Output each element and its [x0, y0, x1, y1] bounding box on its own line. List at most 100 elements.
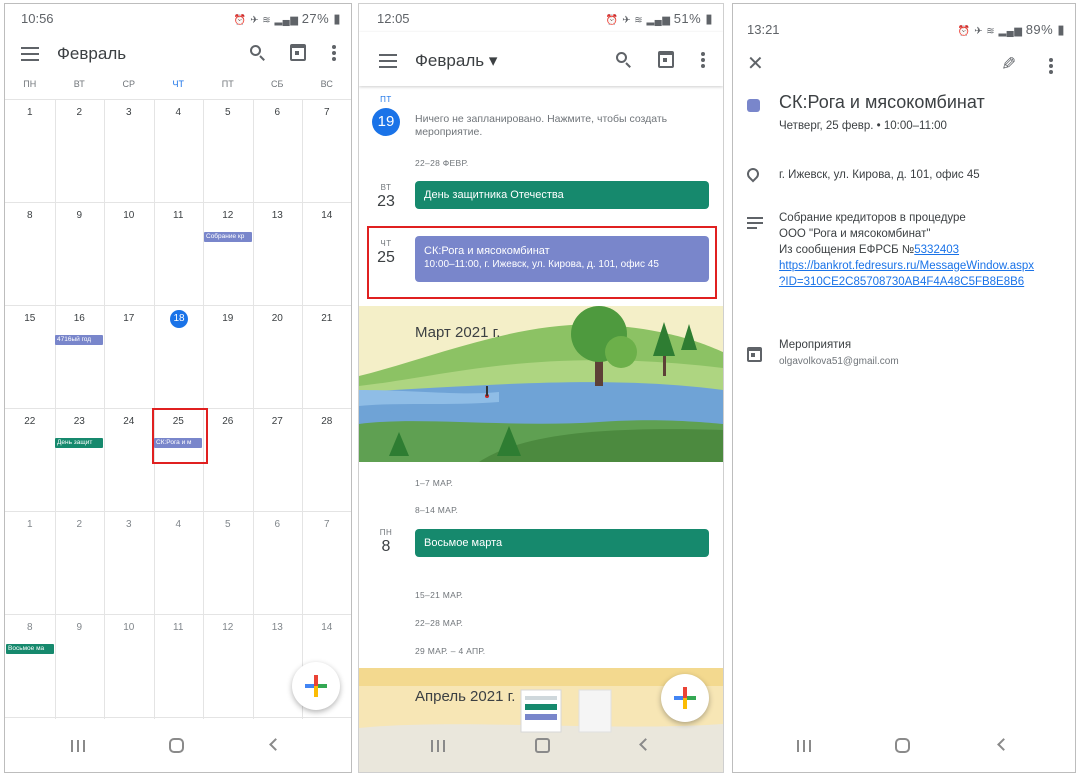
day-cell-number[interactable]: 8	[5, 210, 55, 221]
day-cell-number[interactable]: 15	[5, 313, 55, 324]
edit-pencil-icon[interactable]: ✎	[1001, 54, 1016, 74]
fedresurs-url-link-cont[interactable]: ?ID=310CE2C85708730AB4F4A48C5FB8E8B6	[779, 274, 1071, 290]
month-title[interactable]: Февраль	[57, 44, 126, 64]
day-cell-number[interactable]: 2	[55, 519, 105, 530]
system-nav-bar	[733, 720, 1075, 772]
close-icon[interactable]: ✕	[747, 54, 764, 74]
weekday-thu: ЧТ	[172, 79, 185, 89]
day-cell-number[interactable]: 5	[203, 107, 253, 118]
today-calendar-icon[interactable]	[658, 51, 674, 68]
day-cell-number[interactable]: 2	[55, 107, 105, 118]
day-cell-number[interactable]: 27	[253, 416, 303, 427]
weekday-tue: ВТ	[73, 79, 85, 89]
event-defender-day[interactable]: День защитника Отечества	[415, 181, 709, 209]
back-icon[interactable]	[639, 738, 652, 751]
event-womens-day[interactable]: Восьмое марта	[415, 529, 709, 557]
day-cell-number[interactable]: 13	[253, 622, 303, 633]
back-icon[interactable]	[269, 738, 282, 751]
day-cell-number[interactable]: 13	[253, 210, 303, 221]
day-cell-number[interactable]: 28	[302, 416, 351, 427]
efrsb-number-link[interactable]: 5332403	[914, 244, 959, 256]
day-cell-number[interactable]: 16	[55, 313, 105, 324]
empty-day-hint[interactable]: Ничего не запланировано. Нажмите, чтобы …	[415, 113, 705, 139]
day-cell-number[interactable]: 19	[203, 313, 253, 324]
recent-apps-icon[interactable]	[431, 740, 445, 752]
month-title[interactable]: Февраль ▾	[415, 51, 497, 71]
day-cell-number[interactable]: 3	[104, 519, 154, 530]
day-cell-number[interactable]: 24	[104, 416, 154, 427]
back-icon[interactable]	[997, 738, 1010, 751]
recent-apps-icon[interactable]	[797, 740, 811, 752]
day-cell-number[interactable]: 1	[5, 107, 55, 118]
search-icon[interactable]	[616, 52, 632, 68]
day-cell-number[interactable]: 9	[55, 210, 105, 221]
signal-icons: ⏰ ✈ ≋ ▂▄▆	[957, 26, 1026, 37]
location-pin-icon	[744, 165, 762, 183]
event-chip-creditors-meeting[interactable]: Собрание кр	[204, 232, 252, 242]
day-cell-number[interactable]: 20	[253, 313, 303, 324]
event-details-screen: 13:21 ⏰ ✈ ≋ ▂▄▆ 89% ▮ ✕ ✎ СК:Рога и мясо…	[732, 3, 1076, 773]
day-cell-number[interactable]: 12	[203, 622, 253, 633]
more-options-icon[interactable]	[1049, 58, 1053, 74]
day-cell-number[interactable]: 5	[203, 519, 253, 530]
event-chip-womens-day[interactable]: Восьмое ма	[6, 644, 54, 654]
fedresurs-url-link[interactable]: https://bankrot.fedresurs.ru/MessageWind…	[779, 258, 1071, 274]
week-range: 15–21 МАР.	[415, 590, 464, 600]
day-cell-number[interactable]: 7	[302, 107, 351, 118]
menu-icon[interactable]	[21, 47, 39, 61]
day-cell-number[interactable]: 11	[154, 622, 204, 633]
day-cell-number[interactable]: 4	[154, 519, 204, 530]
day-cell-number[interactable]: 22	[5, 416, 55, 427]
search-icon[interactable]	[250, 45, 266, 61]
day-cell-number[interactable]: 3	[104, 107, 154, 118]
menu-icon[interactable]	[379, 54, 397, 68]
event-location[interactable]: г. Ижевск, ул. Кирова, д. 101, офис 45	[779, 167, 980, 183]
home-icon[interactable]	[169, 738, 184, 753]
battery-level: 51%	[673, 11, 702, 26]
day-cell-number[interactable]: 8	[5, 622, 55, 633]
day-cell-number[interactable]: 21	[302, 313, 351, 324]
status-time: 10:56	[21, 11, 54, 26]
create-event-fab[interactable]	[292, 662, 340, 710]
day-cell-number[interactable]: 26	[203, 416, 253, 427]
schedule-view-screen: 12:05 ⏰ ✈ ≋ ▂▄▆ 51% ▮ Февраль ▾ ПТ 19 Ни…	[358, 3, 724, 773]
weekday-sat: СБ	[271, 79, 284, 89]
day-cell-number[interactable]: 12	[203, 210, 253, 221]
grid-line	[5, 202, 351, 203]
calendar-name: Мероприятия	[779, 339, 852, 351]
day-cell-number[interactable]: 14	[302, 622, 351, 633]
recent-apps-icon[interactable]	[71, 740, 85, 752]
day-cell-number[interactable]: 7	[302, 519, 351, 530]
home-icon[interactable]	[895, 738, 910, 753]
day-cell-number[interactable]: 10	[104, 210, 154, 221]
day-cell-number[interactable]: 9	[55, 622, 105, 633]
day-cell-number[interactable]: 17	[104, 313, 154, 324]
day-23-number: 23	[377, 193, 395, 210]
event-chip-4716[interactable]: 4716ый год	[55, 335, 103, 345]
day-cell-number[interactable]: 6	[253, 519, 303, 530]
more-options-icon[interactable]	[701, 52, 705, 68]
day-cell-number[interactable]: 10	[104, 622, 154, 633]
create-event-fab[interactable]	[661, 674, 709, 722]
home-icon[interactable]	[535, 738, 550, 753]
week-range: 22–28 МАР.	[415, 618, 464, 628]
day-19-today[interactable]: 19	[372, 108, 400, 136]
grid-line	[5, 305, 351, 306]
day-cell-number[interactable]: 6	[253, 107, 303, 118]
week-range: 29 МАР. – 4 АПР.	[415, 646, 486, 656]
calendar-icon	[747, 347, 762, 362]
day-cell-number[interactable]: 14	[302, 210, 351, 221]
event-chip-defender-day[interactable]: День защит	[55, 438, 103, 448]
day-cell-number[interactable]: 11	[154, 210, 204, 221]
grid-line	[5, 99, 351, 100]
day-cell-number[interactable]: 23	[55, 416, 105, 427]
weekday-mon: ПН	[23, 79, 37, 89]
status-time: 13:21	[747, 22, 780, 37]
today-calendar-icon[interactable]	[290, 44, 306, 61]
today-marker[interactable]: 18	[170, 310, 188, 328]
day-cell-number[interactable]: 1	[5, 519, 55, 530]
day-cell-number[interactable]: 4	[154, 107, 204, 118]
signal-icons: ⏰ ✈ ≋ ▂▄▆	[605, 15, 674, 26]
more-options-icon[interactable]	[332, 45, 336, 61]
april-banner-title: Апрель 2021 г.	[415, 688, 516, 705]
